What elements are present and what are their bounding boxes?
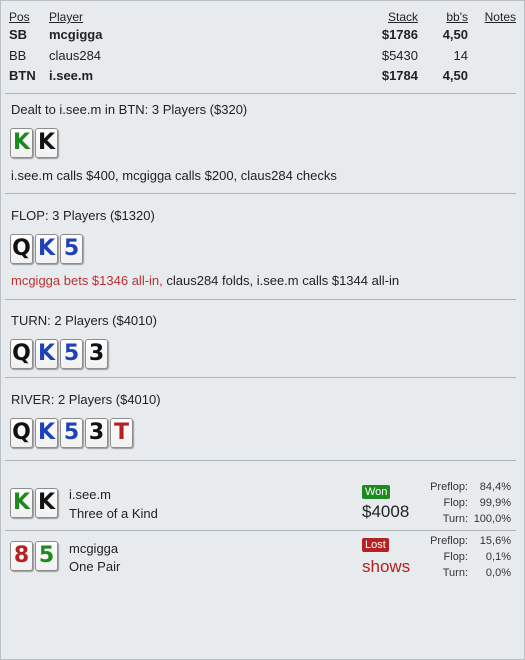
playing-card: 3 (85, 339, 108, 369)
playing-card: K (35, 128, 58, 158)
equity-value: 0,1% (485, 551, 511, 563)
equity-value: 15,6% (479, 535, 511, 547)
summary-row-winner[interactable]: KK i.see.m Three of a Kind Won $4008 Pre… (1, 480, 524, 530)
flop-action-bet: mcgigga bets $1346 all-in, (11, 273, 163, 288)
playing-card: K (35, 339, 58, 369)
won-badge: Won (362, 485, 391, 499)
shows-label: shows (362, 557, 411, 576)
header-player[interactable]: Player (49, 10, 83, 24)
player-pos: BTN (9, 68, 36, 83)
showdown-cards: KK (10, 488, 58, 518)
player-pos: BB (9, 48, 27, 63)
flop-action-rest: claus284 folds, i.see.m calls $1344 all-… (162, 273, 400, 288)
equity-value: 100,0% (473, 513, 511, 525)
summary-row-loser[interactable]: 85 mcgigga One Pair Lost shows Preflop: … (1, 534, 524, 584)
divider (5, 530, 516, 531)
equity-label: Preflop: (430, 481, 468, 493)
equity-label: Turn: (442, 513, 468, 525)
flop-title: FLOP: 3 Players ($1320) (11, 208, 155, 223)
player-name: claus284 (49, 48, 102, 63)
equity-label: Flop: (443, 551, 468, 563)
summary-player-name: i.see.m (69, 487, 111, 502)
player-stack: $1786 (381, 27, 418, 42)
playing-card: K (35, 418, 58, 448)
header-stack[interactable]: Stack (388, 10, 418, 24)
won-amount: $4008 (362, 502, 410, 521)
hole-cards: KK (10, 128, 58, 158)
hand-history-panel: Pos Player Stack bb's Notes SB mcgigga $… (0, 0, 525, 660)
playing-card: Q (10, 418, 33, 448)
playing-card: K (35, 488, 58, 518)
flop-action: mcgigga bets $1346 all-in, claus284 fold… (11, 273, 399, 288)
playing-card: T (110, 418, 133, 448)
playing-card: 8 (10, 541, 33, 571)
player-stack: $1784 (381, 68, 418, 83)
river-cards: QK53T (10, 418, 133, 448)
player-bbs: 4,50 (442, 68, 468, 83)
playing-card: K (10, 128, 33, 158)
summary-hand-rank: One Pair (69, 559, 121, 574)
playing-card: K (35, 234, 58, 264)
player-bbs: 14 (453, 48, 468, 63)
equity-value: 99,9% (479, 497, 511, 509)
playing-card: 5 (60, 234, 83, 264)
playing-card: 5 (60, 339, 83, 369)
player-stack: $5430 (381, 48, 418, 63)
showdown-cards: 85 (10, 541, 58, 571)
player-row-sb[interactable]: SB mcgigga $1786 4,50 (1, 27, 524, 45)
equity-value: 84,4% (479, 481, 511, 493)
flop-cards: QK5 (10, 234, 83, 264)
divider (5, 460, 516, 461)
player-name: i.see.m (49, 68, 94, 83)
divider (5, 377, 516, 378)
header-pos[interactable]: Pos (9, 10, 30, 24)
river-title: RIVER: 2 Players ($4010) (11, 392, 161, 407)
equity-label: Preflop: (430, 535, 468, 547)
summary-hand-rank: Three of a Kind (69, 506, 158, 521)
divider (5, 193, 516, 194)
equity-label: Flop: (443, 497, 468, 509)
player-name: mcgigga (49, 27, 103, 42)
lost-badge: Lost (362, 538, 389, 552)
header-notes[interactable]: Notes (485, 10, 516, 24)
turn-cards: QK53 (10, 339, 108, 369)
playing-card: 5 (60, 418, 83, 448)
player-pos: SB (9, 27, 28, 42)
header-bbs[interactable]: bb's (446, 10, 468, 24)
player-row-bb[interactable]: BB claus284 $5430 14 (1, 48, 524, 66)
equity-label: Turn: (442, 567, 468, 579)
playing-card: K (10, 488, 33, 518)
playing-card: Q (10, 234, 33, 264)
summary-player-name: mcgigga (69, 541, 119, 556)
playing-card: 5 (35, 541, 58, 571)
player-row-btn[interactable]: BTN i.see.m $1784 4,50 (1, 68, 524, 86)
divider (5, 299, 516, 300)
turn-title: TURN: 2 Players ($4010) (11, 313, 157, 328)
preflop-title: Dealt to i.see.m in BTN: 3 Players ($320… (11, 102, 248, 117)
preflop-action: i.see.m calls $400, mcgigga calls $200, … (11, 168, 337, 183)
equity-value: 0,0% (485, 567, 511, 579)
playing-card: Q (10, 339, 33, 369)
player-bbs: 4,50 (442, 27, 468, 42)
divider (5, 93, 516, 94)
playing-card: 3 (85, 418, 108, 448)
